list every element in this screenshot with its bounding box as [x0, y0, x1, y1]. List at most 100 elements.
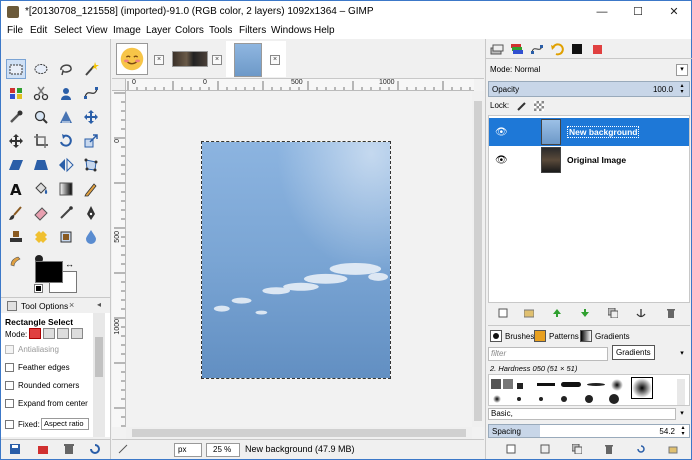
- brush-item[interactable]: [609, 394, 619, 404]
- layers-tab-icon[interactable]: [490, 42, 504, 56]
- menu-tools[interactable]: Tools: [209, 25, 232, 36]
- free-select-tool[interactable]: [56, 59, 76, 79]
- opacity-slider[interactable]: Opacity 100.0 ▴ ▾: [488, 81, 690, 97]
- rounded-corners-checkbox[interactable]: [5, 381, 14, 390]
- paths-tab-icon[interactable]: [530, 42, 544, 56]
- crop-tool[interactable]: [31, 131, 51, 151]
- layer-mode-row[interactable]: Mode: Normal ▾: [488, 63, 690, 77]
- brush-item[interactable]: [491, 379, 501, 389]
- antialiasing-checkbox[interactable]: [5, 345, 14, 354]
- lock-pixels-icon[interactable]: [517, 101, 527, 111]
- scissors-tool[interactable]: [31, 83, 51, 103]
- delete-brush-icon[interactable]: [604, 444, 614, 454]
- lock-alpha-icon[interactable]: [533, 101, 544, 111]
- reset-colors-icon[interactable]: [34, 284, 43, 293]
- reset-options-icon[interactable]: [89, 443, 101, 455]
- clone-tool[interactable]: [6, 227, 26, 247]
- gradients-tab[interactable]: Gradients: [580, 328, 630, 344]
- image-tab-2[interactable]: ×: [170, 41, 224, 77]
- menu-file[interactable]: File: [7, 25, 23, 36]
- close-window-button[interactable]: ✕: [657, 1, 691, 23]
- rotate-tool[interactable]: [56, 131, 76, 151]
- bucket-fill-tool[interactable]: [31, 179, 51, 199]
- paintbrush-tool[interactable]: [6, 203, 26, 223]
- perspective-clone-tool[interactable]: [56, 227, 76, 247]
- mode-replace-button[interactable]: [29, 328, 41, 339]
- channels-tab-icon[interactable]: [510, 42, 524, 56]
- brush-item[interactable]: [561, 396, 567, 402]
- lower-layer-icon[interactable]: [580, 308, 590, 318]
- blur-tool[interactable]: [81, 227, 101, 247]
- pointer-tab-icon[interactable]: [570, 42, 584, 56]
- tool-options-close-icon[interactable]: ×: [69, 300, 74, 310]
- colors-tab-icon[interactable]: [590, 42, 604, 56]
- spacing-slider[interactable]: Spacing 54.2 ▴ ▾: [488, 424, 690, 438]
- expand-from-center-checkbox[interactable]: [5, 399, 14, 408]
- feather-edges-checkbox[interactable]: [5, 363, 14, 372]
- paths-tool[interactable]: [81, 83, 101, 103]
- horizontal-ruler[interactable]: 0 0 500 1000: [126, 79, 474, 91]
- brush-item[interactable]: [517, 397, 521, 401]
- ellipse-select-tool[interactable]: [31, 59, 51, 79]
- mode-intersect-button[interactable]: [71, 328, 83, 339]
- color-picker-tool[interactable]: [6, 107, 26, 127]
- canvas-vscroll-thumb[interactable]: [474, 101, 482, 421]
- new-brush-icon[interactable]: [540, 444, 550, 454]
- mode-subtract-button[interactable]: [57, 328, 69, 339]
- zoom-select[interactable]: 25 %: [206, 443, 240, 457]
- image-tab-3-active[interactable]: ×: [226, 41, 286, 77]
- duplicate-brush-icon[interactable]: [571, 443, 583, 455]
- move-tool[interactable]: [81, 107, 101, 127]
- brush-item[interactable]: [493, 395, 501, 403]
- open-brush-icon[interactable]: [668, 444, 678, 454]
- brush-item[interactable]: [585, 395, 593, 403]
- select-by-color-tool[interactable]: [6, 83, 26, 103]
- menu-layer[interactable]: Layer: [146, 25, 171, 36]
- new-layer-icon[interactable]: [498, 308, 508, 318]
- canvas-horizontal-scrollbar[interactable]: [126, 427, 472, 439]
- ink-tool[interactable]: [81, 203, 101, 223]
- text-tool[interactable]: A: [6, 179, 26, 199]
- raise-layer-icon[interactable]: [552, 308, 562, 318]
- menu-colors[interactable]: Colors: [175, 25, 204, 36]
- airbrush-tool[interactable]: [56, 203, 76, 223]
- foreground-color-swatch[interactable]: [35, 261, 63, 283]
- image-tab-2-close[interactable]: ×: [212, 55, 222, 65]
- anchor-layer-icon[interactable]: [636, 308, 646, 318]
- brush-preset-select[interactable]: Basic,: [488, 408, 676, 420]
- opacity-spinner-icon[interactable]: ▴ ▾: [677, 83, 687, 95]
- brush-item[interactable]: [517, 383, 523, 389]
- layer-visibility-eye-icon[interactable]: 👁: [495, 155, 508, 166]
- layer-name[interactable]: New background: [567, 126, 640, 138]
- brush-grid-scrollbar[interactable]: [677, 379, 685, 405]
- pencil-tool[interactable]: [81, 179, 101, 199]
- brush-item[interactable]: [611, 379, 623, 391]
- layer-row-new-background[interactable]: 👁 New background: [489, 118, 689, 146]
- image-canvas-sky[interactable]: [201, 141, 391, 379]
- tool-options-menu-icon[interactable]: ◂: [97, 300, 101, 309]
- delete-options-icon[interactable]: [63, 443, 75, 455]
- layer-row-original-image[interactable]: 👁 Original Image: [489, 146, 689, 174]
- brush-item[interactable]: [539, 397, 543, 401]
- foreground-select-tool[interactable]: [56, 83, 76, 103]
- minimize-button[interactable]: —: [585, 1, 619, 23]
- layer-mode-dropdown-icon[interactable]: ▾: [676, 64, 688, 76]
- brush-item-selected[interactable]: [631, 377, 653, 399]
- edit-brush-icon[interactable]: [506, 444, 516, 454]
- unit-select[interactable]: px: [174, 443, 202, 457]
- brush-item[interactable]: [537, 383, 555, 386]
- brush-preset-dropdown-icon[interactable]: ▾: [676, 408, 688, 420]
- image-tab-1-close[interactable]: ×: [154, 55, 164, 65]
- brush-filter-dropdown-icon[interactable]: ▾: [676, 348, 688, 360]
- vertical-ruler[interactable]: 0 500 1000: [112, 91, 126, 427]
- fixed-mode-select[interactable]: Aspect ratio: [41, 418, 89, 430]
- menu-select[interactable]: Select: [54, 25, 82, 36]
- fixed-checkbox[interactable]: [5, 419, 14, 429]
- refresh-brushes-icon[interactable]: [636, 444, 646, 454]
- fuzzy-select-tool[interactable]: [81, 59, 101, 79]
- eraser-tool[interactable]: [31, 203, 51, 223]
- measure-tool[interactable]: [56, 107, 76, 127]
- menu-image[interactable]: Image: [113, 25, 141, 36]
- perspective-tool[interactable]: [31, 155, 51, 175]
- image-tab-3-close[interactable]: ×: [270, 55, 280, 65]
